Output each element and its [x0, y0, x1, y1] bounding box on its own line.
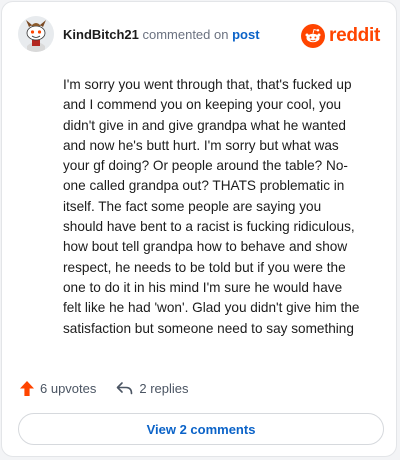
snoo-avatar-icon	[18, 16, 54, 52]
username-link[interactable]: KindBitch21	[63, 27, 139, 42]
post-link[interactable]: post	[232, 27, 259, 42]
view-comments-button[interactable]: View 2 comments	[18, 413, 384, 445]
comment-header: KindBitch21 commented on post reddit	[18, 16, 382, 56]
reply-arrow-icon	[117, 382, 133, 395]
reddit-logo-icon	[301, 24, 326, 48]
comment-body: I'm sorry you went through that, that's …	[63, 77, 360, 336]
upvote-stat[interactable]: 6 upvotes	[20, 380, 97, 396]
reply-count: 2 replies	[139, 380, 189, 396]
brand-name: reddit	[329, 25, 380, 46]
comment-card: KindBitch21 commented on post reddit I'm…	[1, 1, 397, 457]
reddit-brand[interactable]: reddit	[301, 23, 380, 49]
reply-stat[interactable]: 2 replies	[116, 380, 189, 396]
comment-stats: 6 upvotes 2 replies	[20, 376, 189, 400]
upvote-arrow-icon	[20, 380, 34, 396]
user-avatar[interactable]	[18, 16, 54, 52]
comment-byline: KindBitch21 commented on post	[63, 27, 260, 43]
upvote-count: 6 upvotes	[40, 380, 97, 396]
action-text: commented on	[142, 27, 229, 42]
